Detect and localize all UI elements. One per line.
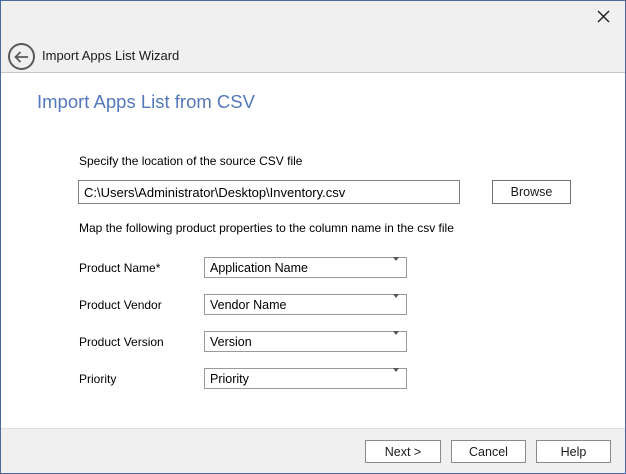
csv-path-input[interactable] <box>78 180 460 204</box>
caret-down-icon <box>393 372 400 386</box>
mapping-row-product-vendor: Product Vendor Vendor Name <box>79 294 409 315</box>
help-button[interactable]: Help <box>536 440 611 463</box>
mapping-instruction-label: Map the following product properties to … <box>79 221 454 235</box>
selected-value: Application Name <box>210 261 308 275</box>
product-version-label: Product Version <box>79 335 204 349</box>
product-vendor-combobox[interactable]: Vendor Name <box>204 294 407 315</box>
close-button[interactable] <box>591 7 615 31</box>
product-vendor-label: Product Vendor <box>79 298 204 312</box>
wizard-title: Import Apps List Wizard <box>42 48 179 63</box>
next-button[interactable]: Next > <box>365 440 441 463</box>
mapping-row-product-name: Product Name* Application Name <box>79 257 409 278</box>
product-version-combobox[interactable]: Version <box>204 331 407 352</box>
priority-combobox[interactable]: Priority <box>204 368 407 389</box>
back-button[interactable] <box>8 43 35 70</box>
selected-value: Vendor Name <box>210 298 286 312</box>
browse-button[interactable]: Browse <box>492 180 571 204</box>
arrow-left-icon <box>14 51 29 63</box>
product-name-label: Product Name* <box>79 261 204 275</box>
selected-value: Version <box>210 335 252 349</box>
cancel-button[interactable]: Cancel <box>451 440 526 463</box>
mapping-row-priority: Priority Priority <box>79 368 409 389</box>
page-title: Import Apps List from CSV <box>37 91 255 113</box>
caret-down-icon <box>393 335 400 349</box>
product-name-combobox[interactable]: Application Name <box>204 257 407 278</box>
caret-down-icon <box>393 261 400 275</box>
mapping-row-product-version: Product Version Version <box>79 331 409 352</box>
footer-bar: Next > Cancel Help <box>1 428 625 473</box>
caret-down-icon <box>393 298 400 312</box>
close-icon <box>597 10 610 28</box>
source-file-label: Specify the location of the source CSV f… <box>79 154 302 168</box>
wizard-window: Import Apps List Wizard Import Apps List… <box>0 0 626 474</box>
priority-label: Priority <box>79 372 204 386</box>
selected-value: Priority <box>210 372 249 386</box>
